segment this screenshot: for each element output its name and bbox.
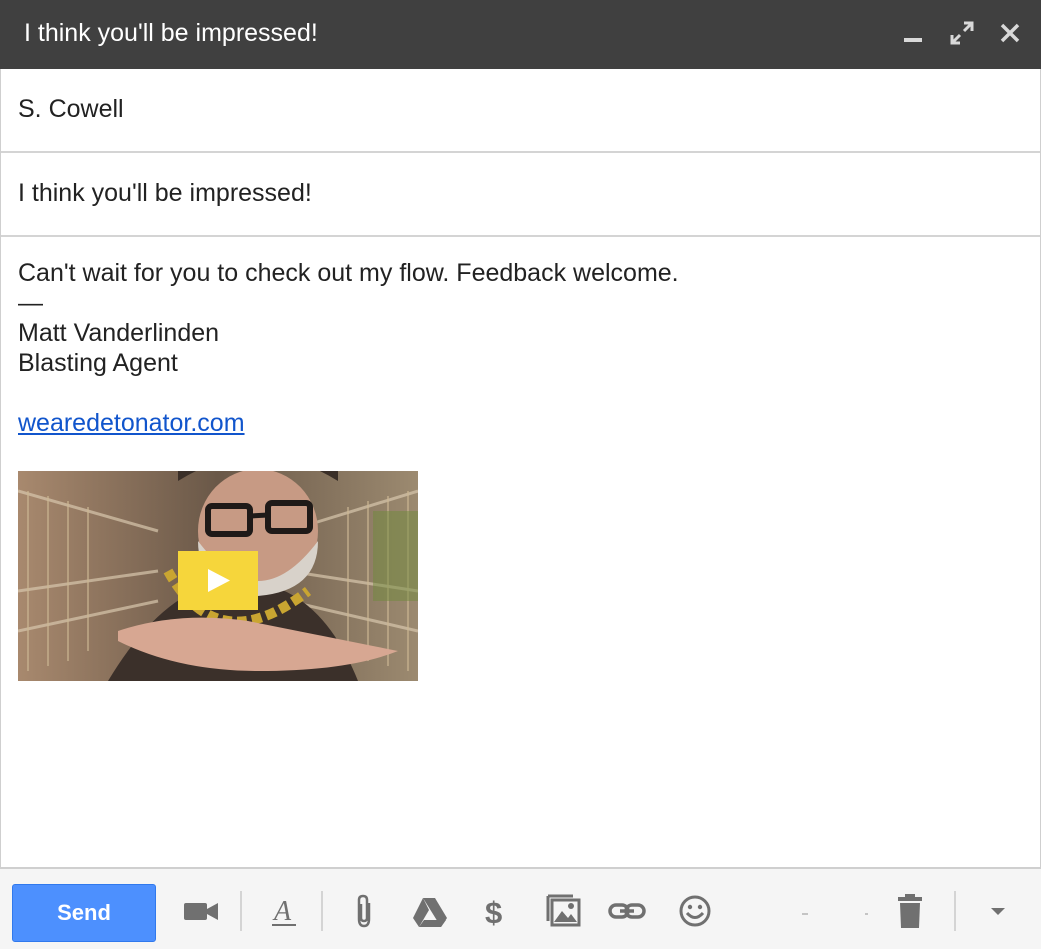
drive-icon[interactable] [410,891,450,931]
svg-text:$: $ [485,895,502,930]
toolbar-separator [240,891,242,931]
compose-title-bar[interactable]: I think you'll be impressed! [0,0,1041,69]
signature-title: Blasting Agent [18,349,178,377]
toolbar-separator [321,891,323,931]
website-link[interactable]: wearedetonator.com [18,409,245,437]
expand-icon[interactable] [947,18,977,48]
play-button[interactable] [178,551,258,610]
close-icon[interactable] [995,18,1025,48]
message-body[interactable]: Can't wait for you to check out my flow.… [18,258,1018,438]
body-line: Can't wait for you to check out my flow.… [18,259,679,287]
svg-text:A: A [272,896,292,927]
emoji-icon[interactable] [675,891,715,931]
minimize-icon[interactable] [898,18,928,48]
toolbar-spacer [865,913,868,915]
window-title: I think you'll be impressed! [24,19,318,47]
dollar-icon[interactable]: $ [476,891,516,931]
video-thumbnail[interactable] [18,471,418,681]
signature-name: Matt Vanderlinden [18,319,220,347]
chevron-down-icon[interactable] [978,891,1018,931]
recipients-field[interactable]: S. Cowell [1,69,1040,153]
link-icon[interactable] [607,891,647,931]
toolbar-separator [954,891,956,931]
signature-separator: — [18,289,43,317]
trash-icon[interactable] [890,891,930,931]
compose-toolbar: Send A $ [0,867,1041,949]
paperclip-icon[interactable] [345,891,385,931]
send-button[interactable]: Send [12,884,156,942]
text-format-icon[interactable]: A [264,891,304,931]
subject-field[interactable]: I think you'll be impressed! [1,153,1040,237]
recipient-chip[interactable]: S. Cowell [18,95,124,124]
photo-icon[interactable] [543,891,583,931]
subject-text: I think you'll be impressed! [18,179,312,207]
video-camera-icon[interactable] [181,891,221,931]
toolbar-spacer [802,913,808,915]
play-icon [208,569,230,592]
